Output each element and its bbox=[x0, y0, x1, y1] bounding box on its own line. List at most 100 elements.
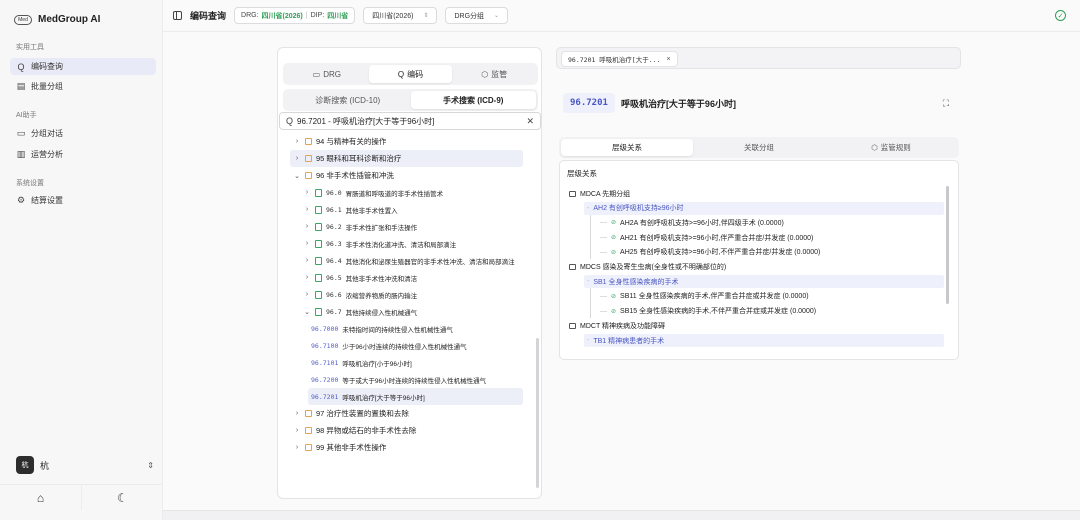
tree-node[interactable]: › 96.0 胃肠道和呼吸道的非手术性插管术 bbox=[300, 184, 523, 201]
drg-group-icon: ⊘ bbox=[611, 308, 617, 315]
code-tree: › 94 与精神有关的操作 › 95 眼科和耳科诊断和治疗 ⌄ 96 非手术性插管和冲洗 ›… bbox=[278, 131, 536, 491]
tree-node[interactable]: › 95 眼科和耳科诊断和治疗 bbox=[290, 150, 523, 167]
tree-node[interactable]: › 96.5 其他非手术性冲洗和清洁 bbox=[300, 269, 523, 286]
tree-node[interactable]: › 98 异物或结石的非手术性去除 bbox=[290, 422, 523, 439]
user-menu[interactable]: 杭 杭 ⇕ bbox=[16, 456, 154, 474]
tree-node[interactable]: › 97 治疗性装置的置换和去除 bbox=[290, 405, 523, 422]
branch-line: — bbox=[600, 248, 607, 256]
tree-connector bbox=[590, 214, 591, 259]
folder-icon bbox=[569, 190, 576, 197]
tab-supervision[interactable]: ⬡ 监管 bbox=[452, 65, 536, 83]
branch-line: — bbox=[600, 307, 607, 315]
tree-node[interactable]: › 96.3 非手术性消化道冲洗、清洁和局部滴注 bbox=[300, 235, 523, 252]
chevron-right-icon[interactable]: › bbox=[303, 206, 311, 213]
hierarchy-node-drg[interactable]: — ⊘ AH2A 有创呼吸机支持>=96小时,伴四级手术 (0.0000) bbox=[600, 216, 784, 229]
hierarchy-node-drg[interactable]: — ⊘ AH21 有创呼吸机支持>=96小时,伴严重合并症/并发症 (0.0000) bbox=[600, 231, 813, 244]
chevron-right-icon[interactable]: › bbox=[303, 223, 311, 230]
tab-label: 监管 bbox=[491, 69, 508, 79]
hierarchy-node-adrg[interactable]: - TB1 精神病患者的手术 bbox=[584, 334, 944, 347]
group-type-select[interactable]: DRG分组 ⌄ bbox=[445, 7, 509, 24]
tree-node[interactable]: ⌄ 96.7 其他持续侵入性机械通气 bbox=[300, 303, 523, 320]
chevron-right-icon[interactable]: › bbox=[303, 240, 311, 247]
dip-version: 四川省 bbox=[327, 12, 349, 20]
tree-node[interactable]: ⌄ 96 非手术性插管和冲洗 bbox=[290, 167, 523, 184]
hierarchy-node-mdc[interactable]: MDCA 先期分组 bbox=[569, 187, 630, 200]
theme-toggle-button[interactable]: ☾ bbox=[81, 485, 163, 510]
page-title: 编码查询 bbox=[190, 11, 227, 21]
tree-node[interactable]: › 94 与精神有关的操作 bbox=[290, 133, 523, 150]
hierarchy-node-label: MDCS 感染及寄生虫病(全身性或不明确部位的) bbox=[580, 264, 727, 271]
chevron-right-icon[interactable]: › bbox=[303, 291, 311, 298]
tree-node[interactable]: › 96.4 其他消化和泌尿生殖器官的非手术性冲洗、清洁和局部滴注 bbox=[300, 252, 523, 269]
tree-node[interactable]: › 96.6 浓缩营养物质的肠内输注 bbox=[300, 286, 523, 303]
sidebar: Med MedGroup AI 实用工具 Q 编码查询 ▤ 批量分组 AI助手 … bbox=[0, 0, 163, 520]
tab-rules[interactable]: ⬡ 监管规则 bbox=[825, 139, 957, 156]
tab-procedure-search[interactable]: 手术搜索 (ICD-9) bbox=[410, 91, 536, 109]
region-select[interactable]: 四川省(2026) ⇕ bbox=[363, 7, 438, 24]
file-icon bbox=[315, 239, 322, 248]
version-chip: DRG: 四川省(2026) | DIP: 四川省 bbox=[234, 7, 356, 24]
chevron-right-icon[interactable]: › bbox=[293, 138, 301, 145]
tree-node[interactable]: 96.7000 未特指时间的持续性侵入性机械性通气 bbox=[308, 320, 523, 337]
hierarchy-node-label: SB11 全身性感染疾病的手术,伴严重合并症或并发症 (0.0000) bbox=[620, 293, 809, 301]
tab-related-groups[interactable]: 关联分组 bbox=[693, 139, 825, 156]
folder-icon bbox=[305, 427, 312, 434]
chip-divider: | bbox=[305, 12, 308, 19]
chevron-right-icon[interactable]: › bbox=[293, 427, 301, 434]
tree-node[interactable]: › 96.1 其他非手术性置入 bbox=[300, 201, 523, 218]
hierarchy-node-mdc[interactable]: MDCS 感染及寄生虫病(全身性或不明确部位的) bbox=[569, 261, 726, 274]
hierarchy-node-mdc[interactable]: MDCT 精神疾病及功能障碍 bbox=[569, 319, 665, 332]
hierarchy-node-adrg[interactable]: - SB1 全身性感染疾病的手术 bbox=[584, 275, 944, 289]
tab-drg[interactable]: ▭ DRG bbox=[285, 65, 369, 83]
folder-icon bbox=[305, 138, 312, 145]
tree-node-label: 99 其他非手术性操作 bbox=[316, 443, 387, 452]
tree-node[interactable]: 96.7101 呼吸机治疗[小于96小时] bbox=[308, 354, 523, 371]
search-input[interactable]: Q 96.7201 - 呼吸机治疗[大于等于96小时] ✕ bbox=[279, 112, 541, 130]
chevron-right-icon[interactable]: › bbox=[293, 444, 301, 451]
section-label-tools: 实用工具 bbox=[16, 44, 44, 51]
tree-scrollbar[interactable] bbox=[536, 338, 539, 488]
tab-code[interactable]: Q 编码 bbox=[368, 65, 453, 83]
chevron-down-icon[interactable]: ⌄ bbox=[303, 308, 311, 316]
shield-icon: ⬡ bbox=[481, 69, 489, 79]
hierarchy-scrollbar[interactable] bbox=[946, 186, 949, 304]
detail-title: 呼吸机治疗[大于等于96小时] bbox=[620, 98, 736, 109]
toggle-sidebar-icon[interactable] bbox=[173, 11, 182, 20]
sidebar-item-label: 运营分析 bbox=[31, 150, 63, 159]
tree-node[interactable]: › 96.2 非手术性扩张和手法操作 bbox=[300, 218, 523, 235]
chevron-right-icon[interactable]: › bbox=[293, 155, 301, 162]
tree-node-code: 96.6 bbox=[326, 290, 342, 299]
tab-diagnosis-search[interactable]: 诊断搜索 (ICD-10) bbox=[285, 91, 411, 109]
tree-node[interactable]: 96.7201 呼吸机治疗[大于等于96小时] bbox=[308, 388, 523, 405]
chevron-right-icon[interactable]: › bbox=[293, 410, 301, 417]
sidebar-item-label: 批量分组 bbox=[31, 82, 63, 91]
sidebar-item-ops-analysis[interactable]: ▥ 运营分析 bbox=[10, 146, 156, 163]
hierarchy-node-drg[interactable]: — ⊘ SB15 全身性感染疾病的手术,不伴严重合并症或并发症 (0.0000) bbox=[600, 305, 816, 318]
sidebar-item-settlement-settings[interactable]: ⚙ 结算设置 bbox=[10, 192, 156, 209]
close-icon[interactable]: × bbox=[666, 56, 670, 63]
tree-node[interactable]: 96.7200 等于或大于96小时连续的持续性侵入性机械性通气 bbox=[308, 371, 523, 388]
sidebar-item-batch-grouping[interactable]: ▤ 批量分组 bbox=[10, 78, 156, 95]
tree-node[interactable]: 96.7100 少于96小时连续的持续性侵入性机械性通气 bbox=[308, 337, 523, 354]
chevron-right-icon[interactable]: › bbox=[303, 257, 311, 264]
hierarchy-node-drg[interactable]: — ⊘ SB11 全身性感染疾病的手术,伴严重合并症或并发症 (0.0000) bbox=[600, 290, 809, 303]
bottom-strip bbox=[163, 510, 1080, 520]
tree-node[interactable]: › 99 其他非手术性操作 bbox=[290, 439, 523, 456]
hierarchy-node-label: AH25 有创呼吸机支持>=96小时,不伴严重合并症/并发症 (0.0000) bbox=[620, 249, 821, 257]
hierarchy-node-adrg[interactable]: - AH2 有创呼吸机支持≥96小时 bbox=[584, 201, 944, 215]
hierarchy-node-drg[interactable]: — ⊘ AH25 有创呼吸机支持>=96小时,不伴严重合并症/并发症 (0.0000… bbox=[600, 246, 820, 259]
chevron-right-icon[interactable]: › bbox=[303, 274, 311, 281]
clear-icon[interactable]: ✕ bbox=[526, 116, 534, 127]
detail-tab[interactable]: 96.7201 呼吸机治疗[大于... × bbox=[561, 51, 678, 67]
brand[interactable]: Med MedGroup AI bbox=[14, 14, 100, 25]
expand-icon[interactable]: ⛶ bbox=[943, 98, 949, 109]
brand-name: MedGroup AI bbox=[38, 14, 101, 25]
chevron-right-icon[interactable]: › bbox=[303, 189, 311, 196]
home-button[interactable]: ⌂ bbox=[0, 485, 81, 510]
sidebar-item-group-chat[interactable]: ▭ 分组对话 bbox=[10, 125, 156, 142]
chevron-down-icon[interactable]: ⌄ bbox=[293, 172, 301, 180]
tab-hierarchy[interactable]: 层级关系 bbox=[561, 139, 693, 156]
search-type-tabs: 诊断搜索 (ICD-10) 手术搜索 (ICD-9) bbox=[283, 89, 538, 111]
sidebar-item-code-lookup[interactable]: Q 编码查询 bbox=[10, 58, 156, 75]
file-icon bbox=[315, 290, 322, 299]
